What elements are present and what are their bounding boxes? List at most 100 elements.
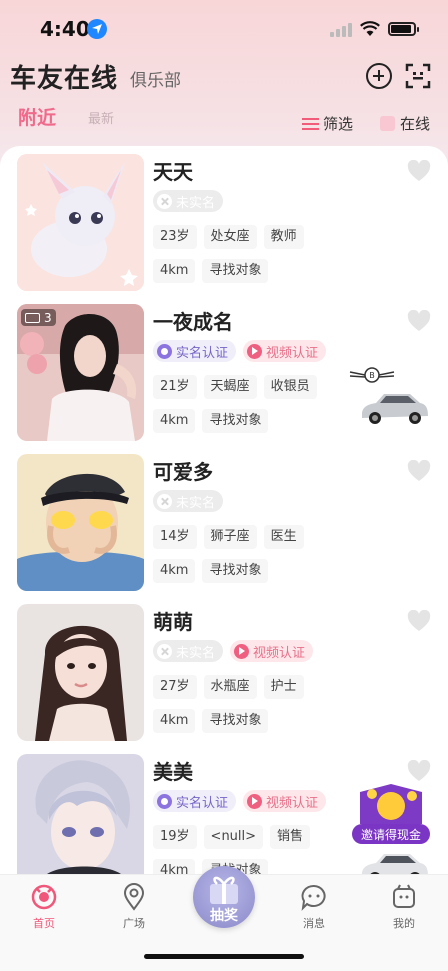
distance-tag: 4km <box>153 559 196 583</box>
nav-square[interactable]: 广场 <box>104 883 164 931</box>
online-toggle[interactable]: 在线 <box>380 113 430 134</box>
add-button[interactable] <box>366 63 392 89</box>
info-tags: 4km 寻找对象 <box>153 709 275 733</box>
zodiac-tag: 处女座 <box>203 225 257 249</box>
close-circle-icon <box>157 193 172 209</box>
tab-newest[interactable]: 最新 <box>88 108 114 127</box>
info-tags: 27岁 水瓶座 护士 <box>153 675 311 699</box>
filter-label: 筛选 <box>323 115 354 133</box>
user-name: 萌萌 <box>153 610 193 634</box>
purpose-tag: 寻找对象 <box>202 259 269 283</box>
lottery-label: 抽奖 <box>210 908 238 924</box>
nav-home-label: 首页 <box>33 917 55 930</box>
play-icon <box>247 343 263 359</box>
info-tags: 4km 寻找对象 <box>153 259 275 283</box>
heart-icon[interactable] <box>407 610 431 632</box>
filter-button[interactable]: 筛选 <box>302 113 353 134</box>
user-card[interactable]: 天天 未实名 23岁 处女座 教师 4km 寻找对象 <box>0 146 448 296</box>
job-tag: 教师 <box>263 225 304 249</box>
lottery-button[interactable]: 抽奖 <box>193 866 255 928</box>
svg-text:B: B <box>369 371 375 380</box>
verified-badge: 实名认证 <box>153 790 237 812</box>
heart-icon[interactable] <box>407 160 431 182</box>
purpose-tag: 寻找对象 <box>202 409 269 433</box>
user-card[interactable]: 萌萌 未实名 视频认证 27岁 水瓶座 护士 4km 寻找对象 <box>0 596 448 746</box>
age-tag: 21岁 <box>153 375 197 399</box>
user-name: 美美 <box>153 760 193 784</box>
unverified-badge: 未实名 <box>153 640 224 662</box>
battery-icon <box>388 22 419 36</box>
tab-nearby[interactable]: 附近 <box>18 103 56 130</box>
message-icon <box>301 884 326 911</box>
cellular-signal-icon <box>330 23 352 37</box>
photo-count-badge: 3 <box>21 309 56 326</box>
invite-cash-promo[interactable]: 邀请得现金 <box>350 782 432 852</box>
user-avatar[interactable] <box>17 454 144 591</box>
user-avatar[interactable]: 3 <box>17 304 144 441</box>
zodiac-tag: <null> <box>203 825 264 849</box>
info-tags: 19岁 <null> 销售 <box>153 825 317 849</box>
unverified-badge: 未实名 <box>153 190 224 212</box>
tab-bar: 附近 最新 筛选 在线 <box>0 103 448 133</box>
user-avatar[interactable] <box>17 604 144 741</box>
verified-badge: 实名认证 <box>153 340 237 362</box>
play-icon <box>247 793 263 809</box>
heart-icon[interactable] <box>407 310 431 332</box>
wifi-icon <box>360 21 380 36</box>
status-bar: 4:40 <box>0 0 448 60</box>
nav-messages-label: 消息 <box>303 917 325 930</box>
zodiac-tag: 水瓶座 <box>203 675 257 699</box>
zodiac-tag: 天蝎座 <box>203 375 257 399</box>
user-avatar[interactable] <box>17 154 144 291</box>
online-label: 在线 <box>400 115 431 133</box>
heart-icon[interactable] <box>407 460 431 482</box>
info-tags: 4km 寻找对象 <box>153 559 275 583</box>
info-tags: 4km 寻找对象 <box>153 409 275 433</box>
age-tag: 23岁 <box>153 225 197 249</box>
nav-messages[interactable]: 消息 <box>284 883 344 931</box>
distance-tag: 4km <box>153 259 196 283</box>
purpose-tag: 寻找对象 <box>202 709 269 733</box>
verified-icon <box>157 793 172 809</box>
app-title: 车友在线 <box>10 64 119 94</box>
unverified-badge: 未实名 <box>153 490 224 512</box>
scan-icon[interactable] <box>405 63 431 89</box>
promo-label: 邀请得现金 <box>361 827 421 842</box>
job-tag: 护士 <box>263 675 304 699</box>
distance-tag: 4km <box>153 409 196 433</box>
age-tag: 27岁 <box>153 675 197 699</box>
close-circle-icon <box>157 493 172 509</box>
age-tag: 14岁 <box>153 525 197 549</box>
user-avatar[interactable] <box>17 754 144 886</box>
nav-mine[interactable]: 我的 <box>374 883 434 931</box>
video-verified-badge: 视频认证 <box>230 640 314 662</box>
info-tags: 21岁 天蝎座 收银员 <box>153 375 324 399</box>
user-list: 天天 未实名 23岁 处女座 教师 4km 寻找对象 3 一夜成名 实名认证 视… <box>0 146 448 886</box>
app-subtitle: 俱乐部 <box>130 71 181 91</box>
user-name: 可爱多 <box>153 460 213 484</box>
badge-row: 实名认证 视频认证 <box>153 790 333 812</box>
heart-icon[interactable] <box>407 760 431 782</box>
image-icon <box>25 312 40 323</box>
video-verified-badge: 视频认证 <box>243 790 327 812</box>
home-indicator <box>144 954 304 959</box>
nav-home[interactable]: 首页 <box>14 883 74 931</box>
info-tags: 14岁 狮子座 医生 <box>153 525 311 549</box>
nav-mine-label: 我的 <box>393 917 415 930</box>
online-checkbox[interactable] <box>380 116 395 131</box>
location-pin-icon <box>123 883 145 911</box>
app-header: 车友在线 俱乐部 <box>0 58 448 98</box>
profile-icon <box>393 884 415 908</box>
location-arrow-icon <box>87 19 107 39</box>
user-card[interactable]: 3 一夜成名 实名认证 视频认证 21岁 天蝎座 收银员 4km 寻找对象 B <box>0 296 448 446</box>
info-tags: 23岁 处女座 教师 <box>153 225 311 249</box>
close-circle-icon <box>157 643 172 659</box>
job-tag: 销售 <box>270 825 311 849</box>
user-card[interactable]: 可爱多 未实名 14岁 狮子座 医生 4km 寻找对象 <box>0 446 448 596</box>
status-time: 4:40 <box>40 17 90 41</box>
badge-row: 未实名 <box>153 190 230 212</box>
zodiac-tag: 狮子座 <box>203 525 257 549</box>
play-icon <box>234 643 250 659</box>
filter-icon <box>302 117 319 131</box>
user-name: 一夜成名 <box>153 310 233 334</box>
